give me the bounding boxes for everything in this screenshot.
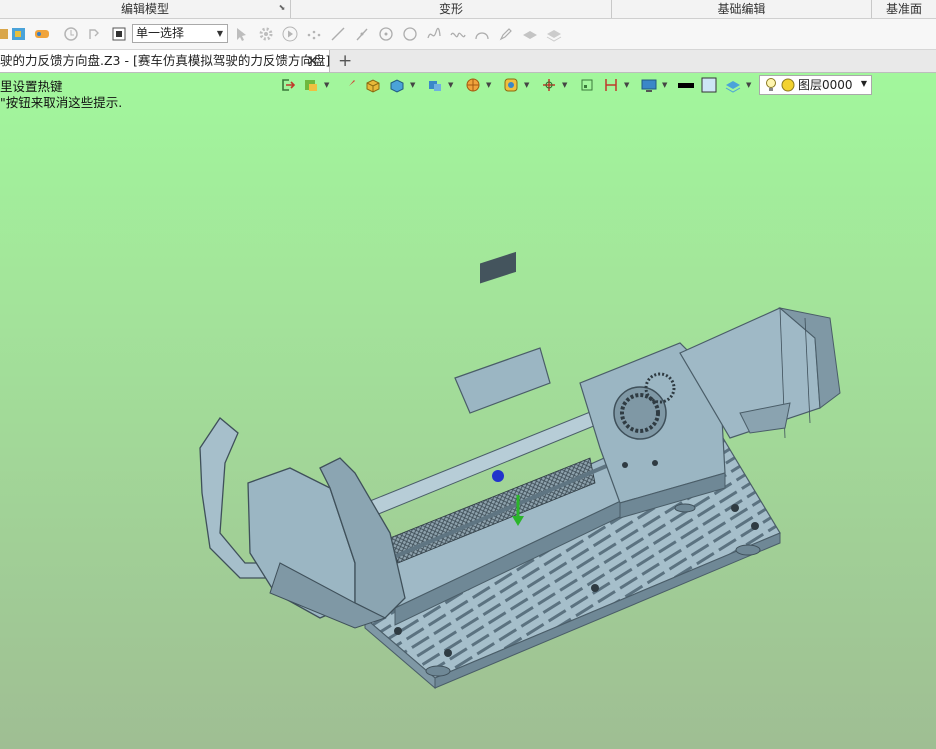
chevron-down-icon[interactable]: ▼ (410, 81, 415, 89)
hint-line-2: "按钮来取消这些提示. (0, 95, 123, 110)
dot-icon[interactable] (781, 78, 795, 95)
chevron-down-icon[interactable]: ▼ (746, 81, 751, 89)
spline-icon[interactable] (425, 25, 443, 43)
ruler-icon[interactable] (602, 76, 620, 94)
cursor-icon[interactable] (233, 25, 251, 43)
view-icon[interactable] (502, 76, 520, 94)
chevron-down-icon: ▼ (216, 29, 223, 38)
chevron-down-icon[interactable]: ▼ (662, 81, 667, 89)
stop-icon[interactable] (110, 25, 128, 43)
pipeline-icon[interactable] (33, 25, 51, 43)
document-tab-bar: 驶的力反馈方向盘.Z3 - [赛车仿真模拟驾驶的力反馈方向盘] ✕ + (0, 50, 936, 73)
layer-a-icon[interactable] (521, 25, 539, 43)
monitor-icon[interactable] (640, 76, 658, 94)
chevron-down-icon[interactable]: ▼ (486, 81, 491, 89)
document-tab-title: 驶的力反馈方向盘.Z3 - [赛车仿真模拟驾驶的力反馈方向盘] (0, 53, 331, 68)
slash-icon[interactable] (353, 25, 371, 43)
steering-wheel-model[interactable] (180, 233, 850, 693)
square-icon[interactable] (700, 76, 718, 94)
box-icon[interactable] (364, 76, 382, 94)
selection-mode-select[interactable]: 单一选择 ▼ (132, 24, 228, 43)
cube-icon[interactable] (388, 76, 406, 94)
pick-icon[interactable] (85, 25, 103, 43)
circle-icon[interactable] (401, 25, 419, 43)
assembly-icon[interactable] (302, 76, 320, 94)
layer-icon[interactable] (724, 76, 742, 94)
gear-icon[interactable] (257, 25, 275, 43)
view-toolbar: ▼ ▼ ▼ ▼ ▼ ▼ ▼ ▼ ▼ (278, 74, 758, 96)
wave-icon[interactable] (449, 25, 467, 43)
document-tab[interactable]: 驶的力反馈方向盘.Z3 - [赛车仿真模拟驾驶的力反馈方向盘] ✕ (0, 50, 330, 72)
add-tab-icon[interactable]: + (338, 50, 352, 72)
ribbon-group-bar: 编辑模型 ⬊ 变形 基础编辑 基准面 (0, 0, 936, 19)
pan-icon[interactable] (578, 76, 596, 94)
filter-icon[interactable] (62, 25, 80, 43)
shape-icon[interactable] (0, 25, 10, 43)
selection-mode-value: 单一选择 (136, 26, 185, 40)
brush-icon[interactable] (340, 76, 358, 94)
axis-icon[interactable] (540, 76, 558, 94)
chevron-down-icon[interactable]: ▼ (624, 81, 629, 89)
circle-point-icon[interactable] (377, 25, 395, 43)
exit-icon[interactable] (278, 76, 296, 94)
chevron-down-icon[interactable]: ▼ (324, 81, 329, 89)
layer-name: 图层0000 (798, 78, 853, 92)
bulb-icon[interactable] (764, 77, 778, 96)
play-icon[interactable] (281, 25, 299, 43)
group-label-basic-edit: 基础编辑 (612, 0, 872, 18)
cubes-icon[interactable] (426, 76, 444, 94)
chevron-down-icon[interactable]: ▼ (524, 81, 529, 89)
ribbon-tool-row: 单一选择 ▼ (0, 19, 936, 50)
close-icon[interactable]: ✕ (306, 52, 319, 70)
chevron-down-icon: ▼ (860, 79, 867, 88)
points-icon[interactable] (305, 25, 323, 43)
line-icon[interactable] (329, 25, 347, 43)
chevron-down-icon[interactable]: ▼ (562, 81, 567, 89)
render-icon[interactable] (464, 76, 482, 94)
group-label-datum-plane: 基准面 (885, 2, 922, 16)
3d-viewport[interactable]: 里设置热键 "按钮来取消这些提示. (0, 73, 936, 749)
layer-b-icon[interactable] (545, 25, 563, 43)
group-label-edit-model: 编辑模型 (0, 0, 291, 18)
dialog-launcher-icon[interactable]: ⬊ (277, 3, 287, 13)
pen-icon[interactable] (497, 25, 515, 43)
layer-select[interactable]: 图层0000 ▼ (759, 75, 872, 95)
chevron-down-icon[interactable]: ▼ (448, 81, 453, 89)
black-color-icon[interactable] (676, 76, 696, 94)
group-label-deform: 变形 (291, 0, 612, 18)
arc-icon[interactable] (473, 25, 491, 43)
color-icon[interactable] (10, 25, 28, 43)
